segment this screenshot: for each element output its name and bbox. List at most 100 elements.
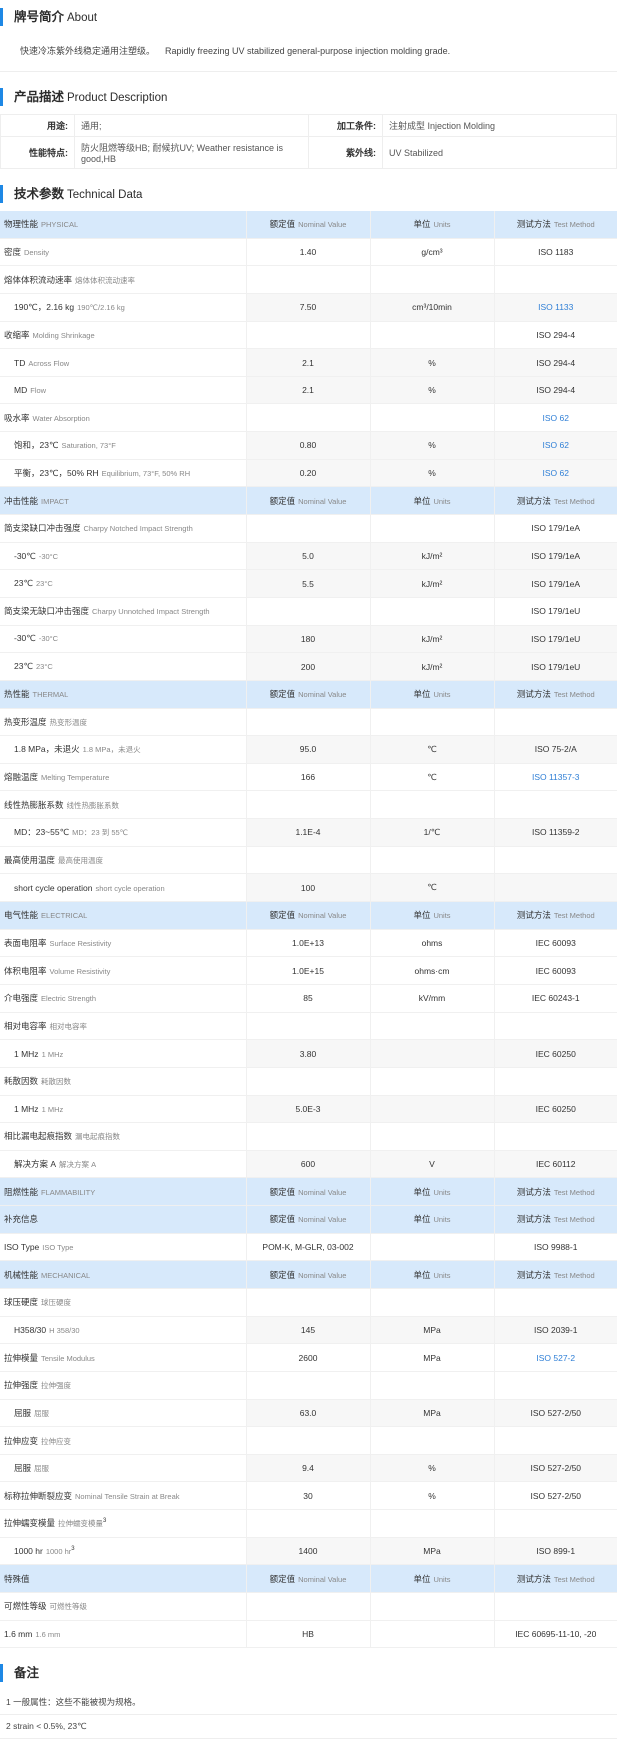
property-name: 简支梁缺口冲击强度 Charpy Notched Impact Strength bbox=[0, 514, 247, 543]
test-method-link[interactable]: ISO 62 bbox=[494, 459, 617, 488]
test-method-link[interactable]: ISO 11357-3 bbox=[494, 763, 617, 792]
table-row: 体积电阻率 Volume Resistivity 1.0E+15 ohms·cm IEC… bbox=[0, 956, 617, 985]
property-en: ELECTRICAL bbox=[41, 911, 88, 921]
nominal-value: 1400 bbox=[246, 1537, 371, 1566]
column-header-en: Nominal Value bbox=[298, 1270, 347, 1280]
test-method: ISO 179/1eA bbox=[494, 514, 617, 543]
property-en: 190℃/2.16 kg bbox=[77, 303, 125, 313]
notes-section: 备注 1 一般属性：这些不能被视为规格。 2 strain < 0.5%, 23℃ bbox=[0, 1656, 617, 1739]
test-method bbox=[494, 790, 617, 820]
test-method bbox=[494, 873, 617, 903]
table-row: 平衡，23℃，50% RH Equilibrium, 73°F, 50% RH 0.… bbox=[0, 459, 617, 488]
nominal-value: 9.4 bbox=[246, 1454, 371, 1483]
test-method: ISO 75-2/A bbox=[494, 735, 617, 764]
column-header-zh: 额定值 bbox=[269, 495, 296, 506]
property-name: 熔融温度 Melting Temperature bbox=[0, 763, 247, 792]
property-en: 可燃性等级 bbox=[49, 1602, 88, 1612]
unit bbox=[370, 1067, 495, 1096]
column-header: 额定值 Nominal Value bbox=[246, 901, 371, 930]
table-row: 最高使用温度 最高使用温度 bbox=[0, 846, 617, 875]
property-en: 相对电容率 bbox=[49, 1021, 88, 1031]
nominal-value: 1.40 bbox=[246, 238, 371, 267]
property-name: 熔体体积流动速率 熔体体积流动速率 bbox=[0, 265, 247, 294]
unit: % bbox=[370, 376, 495, 405]
test-method bbox=[494, 1426, 617, 1455]
column-header: 测试方法 Test Method bbox=[494, 1177, 617, 1207]
table-row: H358/30 H 358/30 145 MPa ISO 2039-1 bbox=[0, 1316, 617, 1345]
table-row: 收缩率 Molding Shrinkage ISO 294-4 bbox=[0, 321, 617, 350]
test-method-link[interactable]: ISO 62 bbox=[494, 431, 617, 460]
test-method-link[interactable]: ISO 1133 bbox=[494, 293, 617, 322]
property-zh: 吸水率 bbox=[4, 412, 30, 423]
property-name: 体积电阻率 Volume Resistivity bbox=[0, 956, 247, 985]
property-name: 补充信息 bbox=[0, 1205, 247, 1234]
unit bbox=[370, 1620, 495, 1649]
property-en: Electric Strength bbox=[41, 994, 97, 1004]
nominal-value: 5.0E-3 bbox=[246, 1095, 371, 1124]
test-method bbox=[494, 1122, 617, 1151]
property-en: Across Flow bbox=[28, 358, 70, 368]
property-zh: 相对电容率 bbox=[4, 1020, 47, 1031]
property-en: 屈服 bbox=[34, 1408, 50, 1418]
test-method-link[interactable]: ISO 62 bbox=[494, 403, 617, 433]
property-en: Surface Resistivity bbox=[49, 938, 112, 948]
unit bbox=[370, 514, 495, 543]
unit bbox=[370, 1012, 495, 1041]
section-header-row: 特殊值 额定值 Nominal Value 单位 Units 测试方法 Test Metho… bbox=[0, 1564, 617, 1594]
test-method: ISO 11359-2 bbox=[494, 818, 617, 847]
column-header-zh: 测试方法 bbox=[516, 1214, 551, 1225]
property-name: 吸水率 Water Absorption bbox=[0, 403, 247, 433]
nominal-value: 5.0 bbox=[246, 542, 371, 571]
test-method bbox=[494, 846, 617, 875]
table-row: 1.6 mm 1.6 mm HB IEC 60695-11-10, -20 bbox=[0, 1620, 617, 1649]
table-row: short cycle operation short cycle operati… bbox=[0, 873, 617, 903]
nominal-value bbox=[246, 321, 371, 350]
property-en: -30°C bbox=[38, 634, 59, 644]
table-row: 介电强度 Electric Strength 85 kV/mm IEC 60243-1 bbox=[0, 984, 617, 1013]
property-en: MD：23 到 55℃ bbox=[72, 828, 129, 838]
property-en: H 358/30 bbox=[49, 1325, 80, 1335]
test-method bbox=[494, 265, 617, 294]
column-header-zh: 单位 bbox=[413, 910, 431, 921]
nominal-value bbox=[246, 708, 371, 737]
unit bbox=[370, 1509, 495, 1538]
nominal-value: 30 bbox=[246, 1481, 371, 1511]
property-name: 密度 Density bbox=[0, 238, 247, 267]
property-zh: TD bbox=[14, 357, 26, 368]
column-header-zh: 单位 bbox=[413, 1214, 431, 1225]
nominal-value bbox=[246, 1122, 371, 1151]
property-zh: 拉伸强度 bbox=[4, 1380, 39, 1391]
property-en: IMPACT bbox=[41, 496, 69, 506]
property-name: 23℃ 23°C bbox=[0, 652, 247, 681]
property-en: Equilibrium, 73°F, 50% RH bbox=[101, 469, 191, 479]
column-header: 测试方法 Test Method bbox=[494, 680, 617, 709]
property-name: 1.8 MPa，未退火 1.8 MPa，未退火 bbox=[0, 735, 247, 764]
test-method: ISO 899-1 bbox=[494, 1537, 617, 1566]
test-method-link[interactable]: ISO 527-2 bbox=[494, 1343, 617, 1372]
property-en: 拉伸应变 bbox=[41, 1436, 72, 1446]
column-header-en: Units bbox=[433, 1215, 451, 1225]
property-name: 耗散因数 耗散因数 bbox=[0, 1067, 247, 1096]
section-header-row: 冲击性能 IMPACT 额定值 Nominal Value 单位 Units 测试方法 Tes… bbox=[0, 486, 617, 516]
column-header-zh: 额定值 bbox=[269, 1214, 296, 1225]
property-zh: 解决方案 A bbox=[14, 1159, 57, 1170]
description-row: 性能特点: 防火阻燃等级HB; 耐候抗UV; Weather resistance… bbox=[0, 136, 617, 169]
property-zh: 表面电阻率 bbox=[4, 937, 47, 948]
unit bbox=[370, 1039, 495, 1068]
unit: MPa bbox=[370, 1343, 495, 1372]
nominal-value bbox=[246, 1426, 371, 1455]
column-header-zh: 额定值 bbox=[269, 1573, 296, 1584]
test-method: IEC 60250 bbox=[494, 1039, 617, 1068]
property-zh: 简支梁缺口冲击强度 bbox=[4, 523, 81, 534]
column-header: 测试方法 Test Method bbox=[494, 486, 617, 516]
property-zh: 相比漏电起痕指数 bbox=[4, 1131, 73, 1142]
property-en: short cycle operation bbox=[95, 883, 165, 893]
property-zh: 热性能 bbox=[4, 689, 30, 700]
column-header-zh: 额定值 bbox=[269, 910, 296, 921]
property-name: 拉伸蠕变模量 拉伸蠕变模量3 bbox=[0, 1509, 247, 1538]
property-en: PHYSICAL bbox=[41, 220, 79, 230]
property-en: 1000 hr bbox=[45, 1547, 72, 1557]
column-header-en: Units bbox=[433, 911, 451, 921]
unit: MPa bbox=[370, 1537, 495, 1566]
nominal-value: 0.80 bbox=[246, 431, 371, 460]
